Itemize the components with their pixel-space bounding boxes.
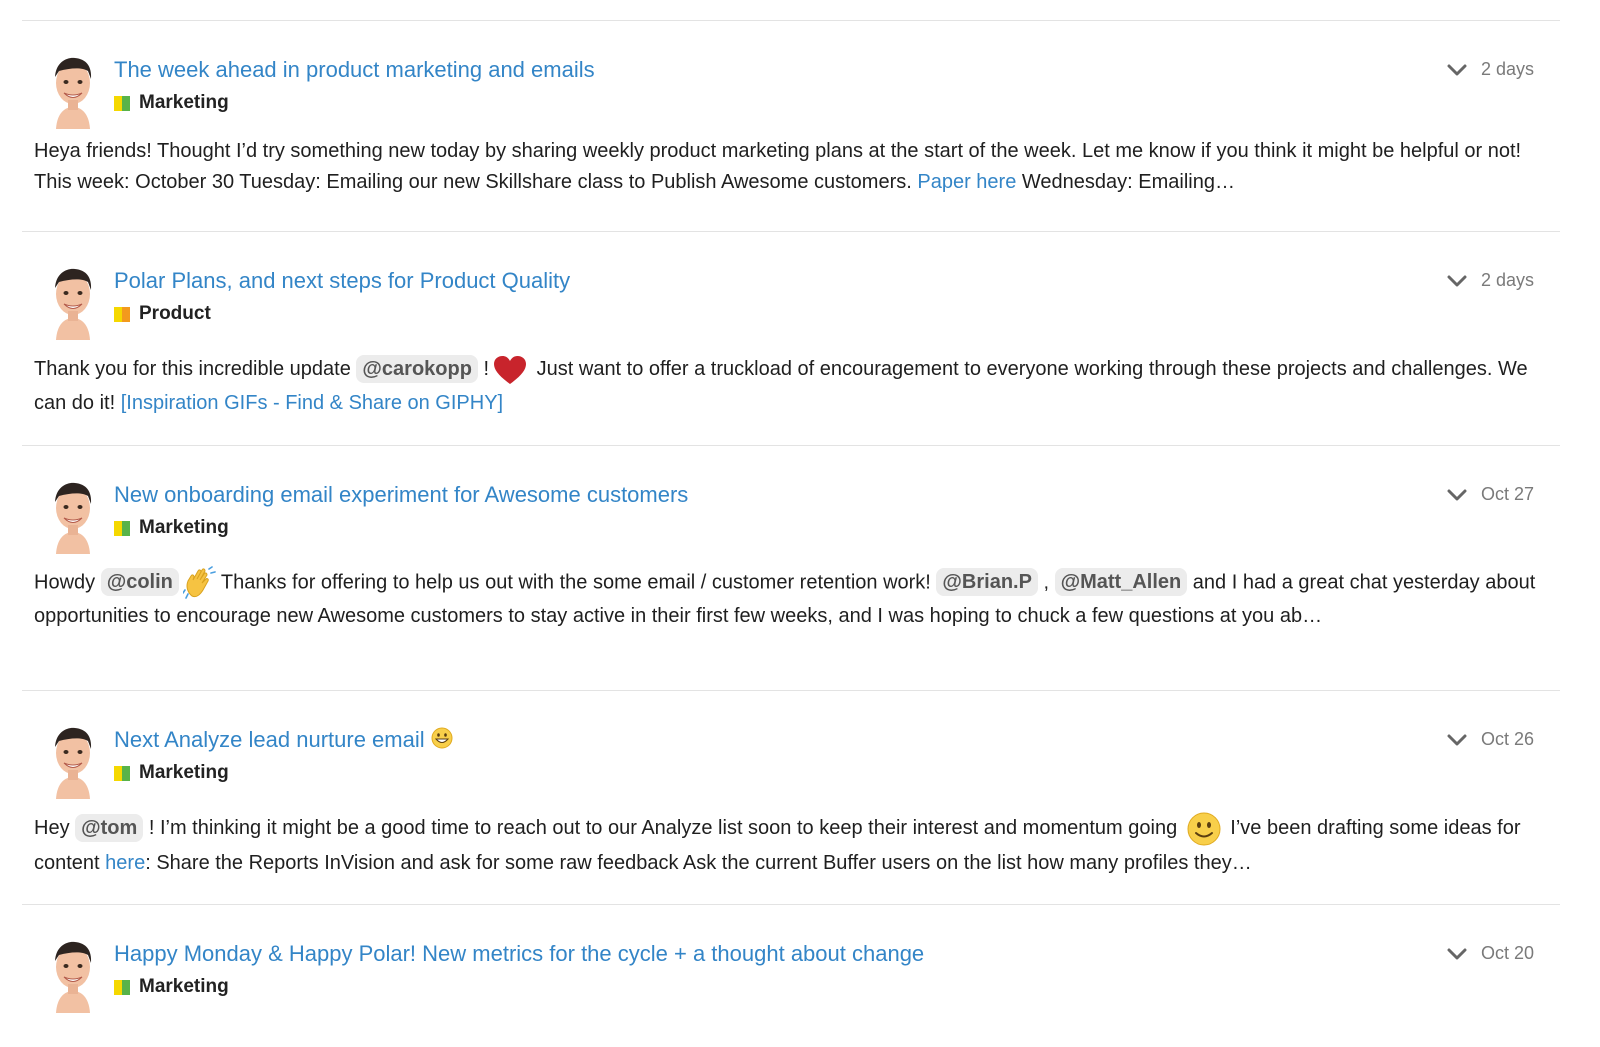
- post-title-link[interactable]: Polar Plans, and next steps for Product …: [114, 266, 570, 296]
- post-item: New onboarding email experiment for Awes…: [22, 445, 1560, 690]
- category-color-swatch: [114, 95, 130, 111]
- chevron-down-icon[interactable]: [1447, 274, 1467, 288]
- author-avatar[interactable]: [48, 55, 98, 129]
- post-category[interactable]: Marketing: [114, 975, 229, 999]
- author-avatar[interactable]: [48, 939, 98, 1013]
- post-excerpt: Howdy @colin Thanks for offering to help …: [34, 566, 1548, 633]
- category-label: Marketing: [139, 976, 229, 997]
- post-header: New onboarding email experiment for Awes…: [22, 446, 1560, 566]
- excerpt-text: ,: [1037, 571, 1055, 594]
- excerpt-text: Howdy: [34, 571, 101, 594]
- excerpt-text: ! I’m thinking it might be a good time t…: [143, 817, 1183, 839]
- category-label: Marketing: [139, 92, 229, 113]
- category-label: Marketing: [139, 517, 229, 538]
- post-title-text: Next Analyze lead nurture email: [114, 727, 425, 752]
- user-mention[interactable]: @Matt_Allen: [1054, 568, 1188, 597]
- post-item: Next Analyze lead nurture email Marketin…: [22, 690, 1560, 904]
- post-excerpt: Hey @tom ! I’m thinking it might be a go…: [34, 811, 1548, 880]
- post-meta: Oct 27: [1447, 484, 1534, 505]
- author-avatar[interactable]: [48, 725, 98, 799]
- post-age: 2 days: [1480, 59, 1534, 79]
- post-item: Polar Plans, and next steps for Product …: [22, 231, 1560, 445]
- post-excerpt: Heya friends! Thought I’d try something …: [34, 136, 1548, 198]
- post-title-link[interactable]: Happy Monday & Happy Polar! New metrics …: [114, 939, 924, 969]
- post-age: Oct 26: [1480, 729, 1534, 749]
- red-heart-icon: [494, 355, 527, 384]
- post-category[interactable]: Marketing: [114, 91, 229, 115]
- excerpt-text: !: [477, 358, 490, 380]
- user-mention[interactable]: @colin: [100, 568, 179, 597]
- category-label: Marketing: [139, 762, 229, 783]
- slightly-smiling-face-icon: [1187, 812, 1221, 846]
- post-age: Oct 20: [1480, 943, 1534, 963]
- excerpt-text: Heya friends! Thought I’d try something …: [34, 140, 1522, 193]
- post-header: Next Analyze lead nurture email Marketin…: [22, 691, 1560, 811]
- post-category[interactable]: Marketing: [114, 761, 229, 785]
- grinning-face-icon: [431, 727, 453, 749]
- post-header: Happy Monday & Happy Polar! New metrics …: [22, 905, 1560, 1025]
- chevron-down-icon[interactable]: [1447, 733, 1467, 747]
- post-header: The week ahead in product marketing and …: [22, 21, 1560, 141]
- excerpt-text: Thank you for this incredible update: [34, 358, 357, 380]
- excerpt-text: Thanks for offering to help us out with …: [220, 571, 937, 594]
- post-category[interactable]: Product: [114, 302, 211, 326]
- post-age: Oct 27: [1480, 484, 1534, 504]
- excerpt-text: Hey: [34, 817, 76, 839]
- post-feed: The week ahead in product marketing and …: [22, 20, 1560, 1047]
- content-ideas-link[interactable]: here: [105, 852, 145, 874]
- waving-hand-icon: [182, 566, 216, 599]
- post-header: Polar Plans, and next steps for Product …: [22, 232, 1560, 352]
- post-title-link[interactable]: The week ahead in product marketing and …: [114, 55, 595, 85]
- post-title-link[interactable]: New onboarding email experiment for Awes…: [114, 480, 688, 510]
- post-meta: 2 days: [1447, 270, 1534, 291]
- post-meta: Oct 26: [1447, 729, 1534, 750]
- user-mention[interactable]: @carokopp: [356, 355, 478, 383]
- post-excerpt: Thank you for this incredible update @ca…: [34, 352, 1548, 420]
- category-color-swatch: [114, 979, 130, 995]
- user-mention[interactable]: @Brian.P: [936, 568, 1038, 597]
- category-color-swatch: [114, 306, 130, 322]
- category-color-swatch: [114, 765, 130, 781]
- chevron-down-icon[interactable]: [1447, 488, 1467, 502]
- post-meta: 2 days: [1447, 59, 1534, 80]
- paper-link[interactable]: Paper here: [917, 171, 1016, 193]
- excerpt-text: Wednesday: Emailing…: [1016, 171, 1235, 193]
- post-item: Happy Monday & Happy Polar! New metrics …: [22, 904, 1560, 1047]
- post-title-link[interactable]: Next Analyze lead nurture email: [114, 725, 453, 755]
- user-mention[interactable]: @tom: [75, 814, 144, 842]
- post-age: 2 days: [1480, 270, 1534, 290]
- post-category[interactable]: Marketing: [114, 516, 229, 540]
- author-avatar[interactable]: [48, 266, 98, 340]
- post-meta: Oct 20: [1447, 943, 1534, 964]
- chevron-down-icon[interactable]: [1447, 947, 1467, 961]
- chevron-down-icon[interactable]: [1447, 63, 1467, 77]
- excerpt-text: : Share the Reports InVision and ask for…: [145, 851, 1252, 874]
- category-label: Product: [139, 303, 211, 324]
- post-item: The week ahead in product marketing and …: [22, 20, 1560, 231]
- category-color-swatch: [114, 520, 130, 536]
- author-avatar[interactable]: [48, 480, 98, 554]
- giphy-link[interactable]: [Inspiration GIFs - Find & Share on GIPH…: [121, 392, 503, 414]
